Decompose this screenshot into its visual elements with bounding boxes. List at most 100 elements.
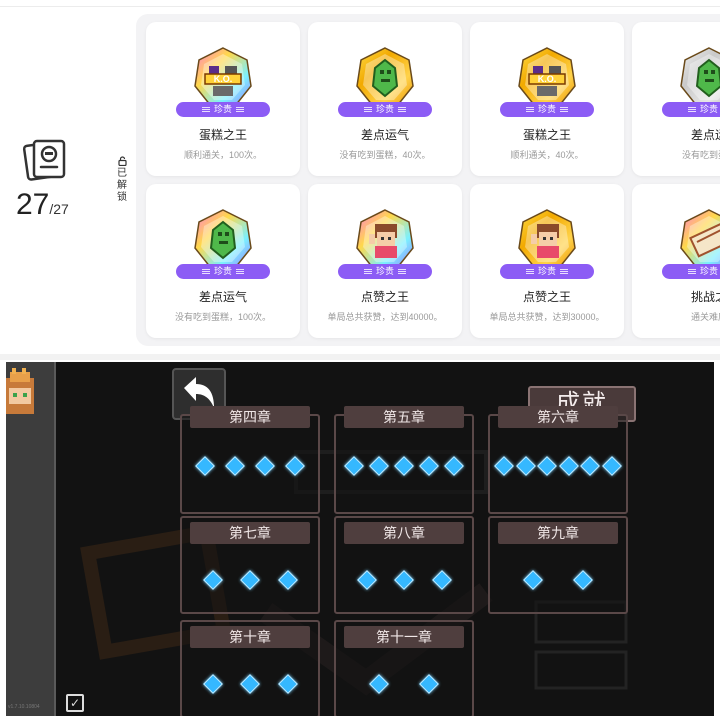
achievement-list-panel: 27/27 已 解 锁 K.O. 珍贵 蛋糕之王 顺利通关，100次。 珍贵 差点运气 没有… [0,0,720,360]
rarity-badge: 珍贵 [338,264,432,279]
rarity-label: 珍贵 [213,266,232,276]
achievement-card[interactable]: 珍贵差点运没有吃到蛋糕 [632,22,720,176]
chapter-gems [182,570,318,590]
achievement-description: 顺利通关，100次。 [183,150,263,160]
diamond-icon [580,456,601,476]
diamond-icon [202,570,223,590]
chapter-box[interactable]: 第九章 [488,516,628,614]
achievement-description: 没有吃到蛋糕，40次。 [339,150,431,160]
achievement-title: 点赞之王 [360,290,409,304]
achievement-card[interactable]: 珍贵 差点运气 没有吃到蛋糕，40次。 [308,22,462,176]
achievement-card[interactable]: K.O. 珍贵 蛋糕之王 顺利通关，100次。 [146,22,300,176]
achievement-title: 蛋糕之王 [522,128,571,142]
diamond-icon [573,570,593,590]
achievement-title: 差点运 [690,128,720,142]
chapter-gems [490,456,626,476]
diamond-icon [285,456,305,476]
achievement-card[interactable]: 珍贵点赞之王单局总共获赞，达到30000。 [470,184,624,338]
diamond-icon [431,570,452,590]
version-text: v1.7.10.10804 [8,704,40,710]
chapter-box[interactable]: 第七章 [180,516,320,614]
unlock-icon [117,156,127,166]
chapter-title: 第六章 [498,406,618,428]
achievement-description: 顺利通关，40次。 [510,150,584,160]
chapter-box[interactable]: 第五章 [334,406,474,514]
chapter-gems [490,570,626,590]
chapter-title: 第五章 [344,406,464,428]
chapter-box[interactable]: 第四章 [180,406,320,514]
rarity-badge: 珍贵 [662,264,720,279]
achievement-card[interactable]: 珍贵挑战之通关难度 [632,184,720,338]
diamond-icon [195,456,215,476]
diamond-icon [494,456,515,476]
diamond-icon [255,456,275,476]
unlocked-count: 27 [16,188,50,221]
chapter-title: 第七章 [190,522,310,544]
achievement-card[interactable]: 珍贵 差点运气 没有吃到蛋糕，100次。 [146,184,300,338]
rarity-label: 珍贵 [699,104,718,114]
diamond-icon [356,570,377,590]
chapter-gems [336,674,472,694]
achievement-description: 没有吃到蛋糕 [681,150,720,160]
diamond-icon [601,456,622,476]
rarity-label: 珍贵 [699,266,718,276]
achievement-title: 点赞之王 [522,290,571,304]
rarity-label: 珍贵 [537,104,556,114]
game-sidebar: v1.7.10.10804 [6,362,56,716]
chapter-gems [182,456,318,476]
thumbs-up-girl-badge-icon [356,209,414,269]
rarity-label: 珍贵 [213,104,232,114]
chapter-gems [182,674,318,694]
rarity-badge: 珍贵 [338,102,432,117]
green-gem-badge-icon [680,47,720,107]
unlocked-filter-label[interactable]: 已 解 锁 [114,156,130,204]
diamond-icon [394,456,414,476]
diamond-icon [344,456,364,476]
diamond-icon [277,570,298,590]
achievement-card[interactable]: 珍贵 点赞之王 单局总共获赞，达到40000。 [308,184,462,338]
rarity-label: 珍贵 [375,266,394,276]
game-achievement-screen: v1.7.10.10804 成就 第四章 第五章 第六章 第七章 第八章 第九章 第十章 第十… [6,362,714,716]
diamond-icon [277,674,298,694]
rarity-label: 珍贵 [375,104,394,114]
unlock-label-char: 锁 [117,192,127,203]
achievement-title: 差点运气 [198,290,247,304]
achievement-grid: K.O. 珍贵 蛋糕之王 顺利通关，100次。 珍贵 差点运气 没有吃到蛋糕，40次。 K.O… [136,14,720,346]
character-avatar-icon[interactable] [6,368,34,418]
rarity-badge: 珍贵 [500,264,594,279]
diamond-icon [225,456,245,476]
achievement-description: 通关难度 [690,312,720,322]
chapter-box[interactable]: 第六章 [488,406,628,514]
ko-badge-icon: K.O. [518,47,576,107]
achievement-title: 挑战之 [690,290,720,304]
chapter-title: 第九章 [498,522,618,544]
svg-text:K.O.: K.O. [538,74,557,84]
diamond-icon [515,456,536,476]
diamond-icon [369,456,389,476]
diamond-icon [537,456,558,476]
unlock-label-char: 解 [117,180,127,191]
thumbs-up-girl-badge-icon [518,209,576,269]
achievement-description: 单局总共获赞，达到30000。 [489,312,605,322]
achievement-card[interactable]: K.O. 珍贵蛋糕之王顺利通关，40次。 [470,22,624,176]
top-divider [0,6,720,7]
diamond-icon [419,674,439,694]
chapter-gems [336,570,472,590]
rarity-badge: 珍贵 [500,102,594,117]
rarity-label: 珍贵 [537,266,556,276]
chapter-title: 第十一章 [344,626,464,648]
diamond-icon [394,570,414,590]
hint-checkbox[interactable]: ✓ [66,694,84,712]
chapter-box[interactable]: 第八章 [334,516,474,614]
green-gem-badge-icon [194,209,252,269]
green-gem-badge-icon [356,47,414,107]
achievement-title: 蛋糕之王 [198,128,247,142]
achievement-book-icon [22,139,66,181]
chapter-box[interactable]: 第十章 [180,620,320,716]
chapter-title: 第四章 [190,406,310,428]
diamond-icon [369,674,389,694]
section-divider [0,354,720,360]
diamond-icon [240,674,260,694]
diamond-icon [202,674,223,694]
chapter-box[interactable]: 第十一章 [334,620,474,716]
